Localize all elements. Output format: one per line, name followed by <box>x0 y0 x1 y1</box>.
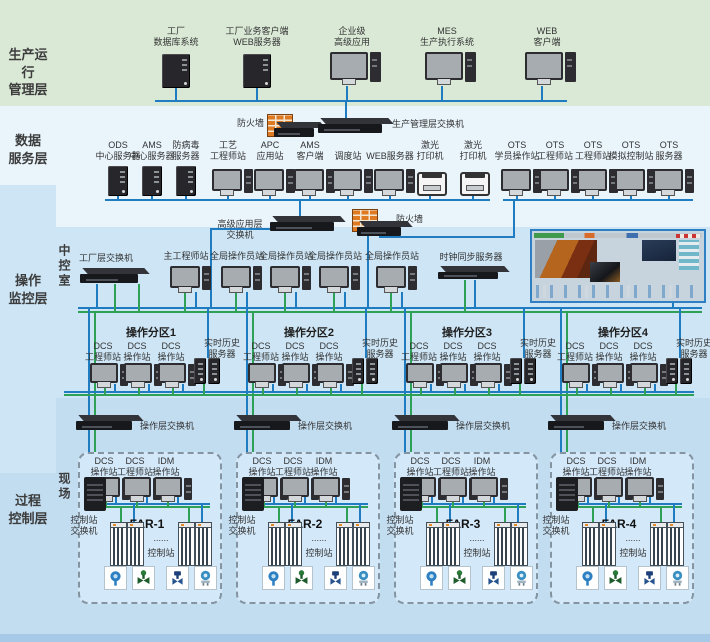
control-valve-icon <box>132 566 155 590</box>
wire <box>567 506 682 508</box>
control-valve-icon <box>290 566 313 590</box>
workstation-icon <box>626 477 664 502</box>
wire <box>273 497 275 503</box>
controller-rack-icon <box>285 522 302 566</box>
controller-rack-icon <box>650 522 667 566</box>
wire <box>673 503 675 522</box>
control-valve-icon <box>604 566 627 590</box>
controller-label: 控制站 <box>619 548 647 558</box>
transmitter-icon <box>420 566 443 590</box>
device-label: IDM 操作站 <box>624 456 652 477</box>
controller-rack-icon <box>667 522 684 566</box>
wire <box>146 497 148 503</box>
control-station-switch-icon <box>242 477 264 511</box>
controller-rack-icon <box>582 522 599 566</box>
controller-rack-icon <box>599 522 616 566</box>
dcs-architecture-diagram: 生产运行 管理层 数据 服务层 操作 监控层 过程 控制层 中控室 现场 工厂 … <box>0 0 710 642</box>
wire <box>567 503 682 505</box>
ellipsis-label: ...... <box>625 533 641 543</box>
control-station-switch-icon <box>556 477 578 511</box>
control-valve-icon <box>448 566 471 590</box>
workstation-icon <box>595 477 633 502</box>
controller-rack-icon <box>127 522 144 566</box>
workstation-icon <box>281 477 319 502</box>
wire <box>618 497 620 503</box>
flow-transmitter-icon <box>666 566 689 590</box>
wire <box>649 497 651 503</box>
controller-rack-icon <box>426 522 443 566</box>
transmitter-icon <box>576 566 599 590</box>
control-station-switch-icon <box>84 477 106 511</box>
workstation-icon <box>439 477 477 502</box>
wire <box>115 497 117 503</box>
wire <box>462 497 464 503</box>
switch-label: 控制站 交换机 <box>228 515 256 536</box>
transmitter-icon <box>262 566 285 590</box>
wire <box>587 497 589 503</box>
far-section: DCS 操作站 DCS 工程师站 IDM 操作站 控制站 交换机 FAR-4 .… <box>472 0 710 642</box>
transmitter-icon <box>104 566 127 590</box>
control-station-switch-icon <box>400 477 422 511</box>
wire <box>660 506 662 522</box>
switch-label: 控制站 交换机 <box>542 515 570 536</box>
controller-rack-icon <box>268 522 285 566</box>
controller-rack-icon <box>110 522 127 566</box>
actuator-valve-icon <box>638 566 661 590</box>
switch-label: 控制站 交换机 <box>70 515 98 536</box>
workstation-icon <box>123 477 161 502</box>
switch-label: 控制站 交换机 <box>386 515 414 536</box>
wire <box>304 497 306 503</box>
controller-rack-icon <box>443 522 460 566</box>
wire <box>431 497 433 503</box>
